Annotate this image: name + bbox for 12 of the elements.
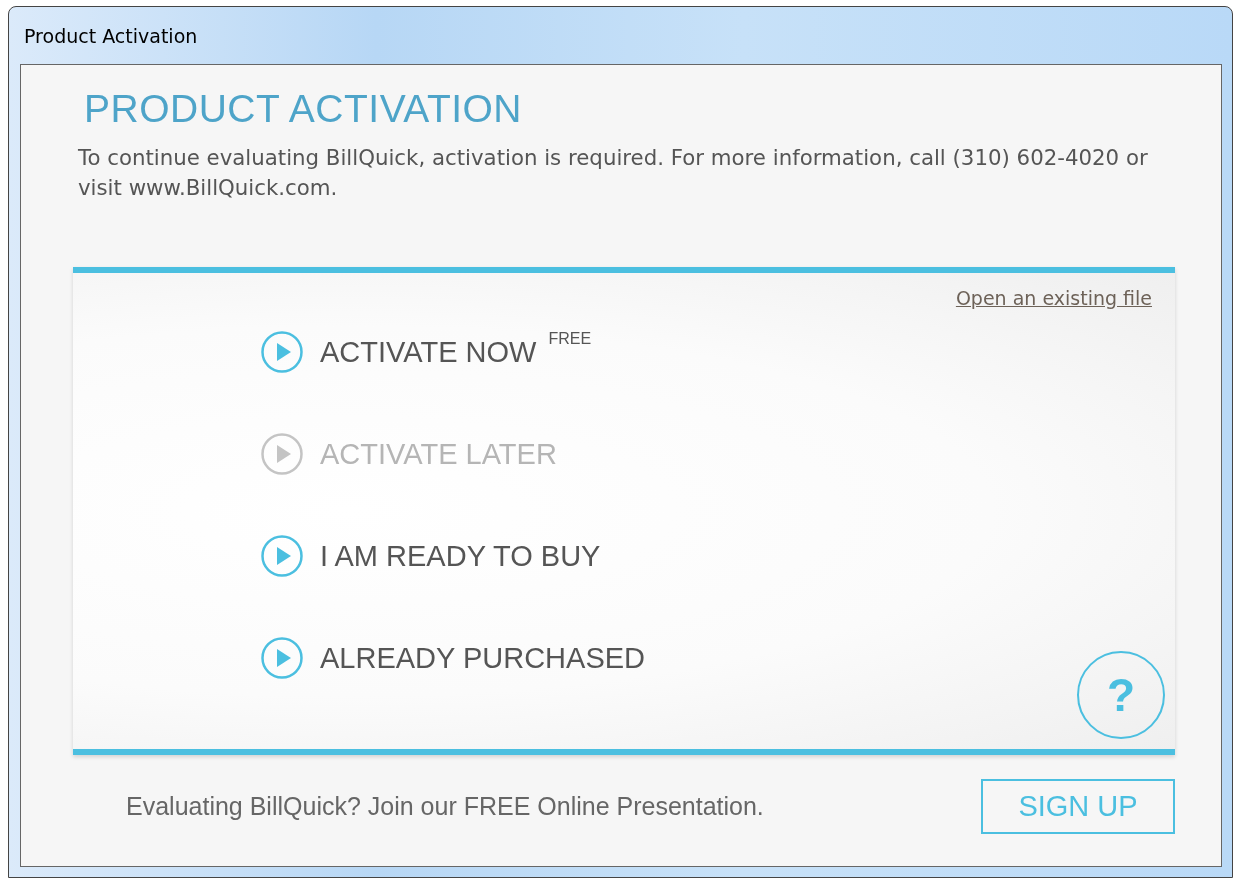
intro-text: To continue evaluating BillQuick, activation is required. For more information, call (310) 602-4020 or visit www.BillQuick.com.: [78, 144, 1149, 202]
option-link[interactable]: ALREADY PURCHASED: [261, 637, 645, 679]
option-link[interactable]: I AM READY TO BUY: [261, 535, 601, 577]
option-link[interactable]: ACTIVATE NOW $^{FREE}$: [261, 331, 592, 373]
promo-text: Evaluating BillQuick? Join our FREE Online Presentation.: [126, 792, 764, 821]
play-icon: [261, 637, 303, 679]
open-file-link[interactable]: Open an existing file: [955, 287, 1152, 309]
play-icon: [261, 433, 303, 475]
play-icon: [261, 535, 303, 577]
window-title: Product Activation: [23, 23, 199, 49]
page-heading: PRODUCT ACTIVATION: [84, 87, 524, 131]
play-icon: [261, 331, 303, 373]
